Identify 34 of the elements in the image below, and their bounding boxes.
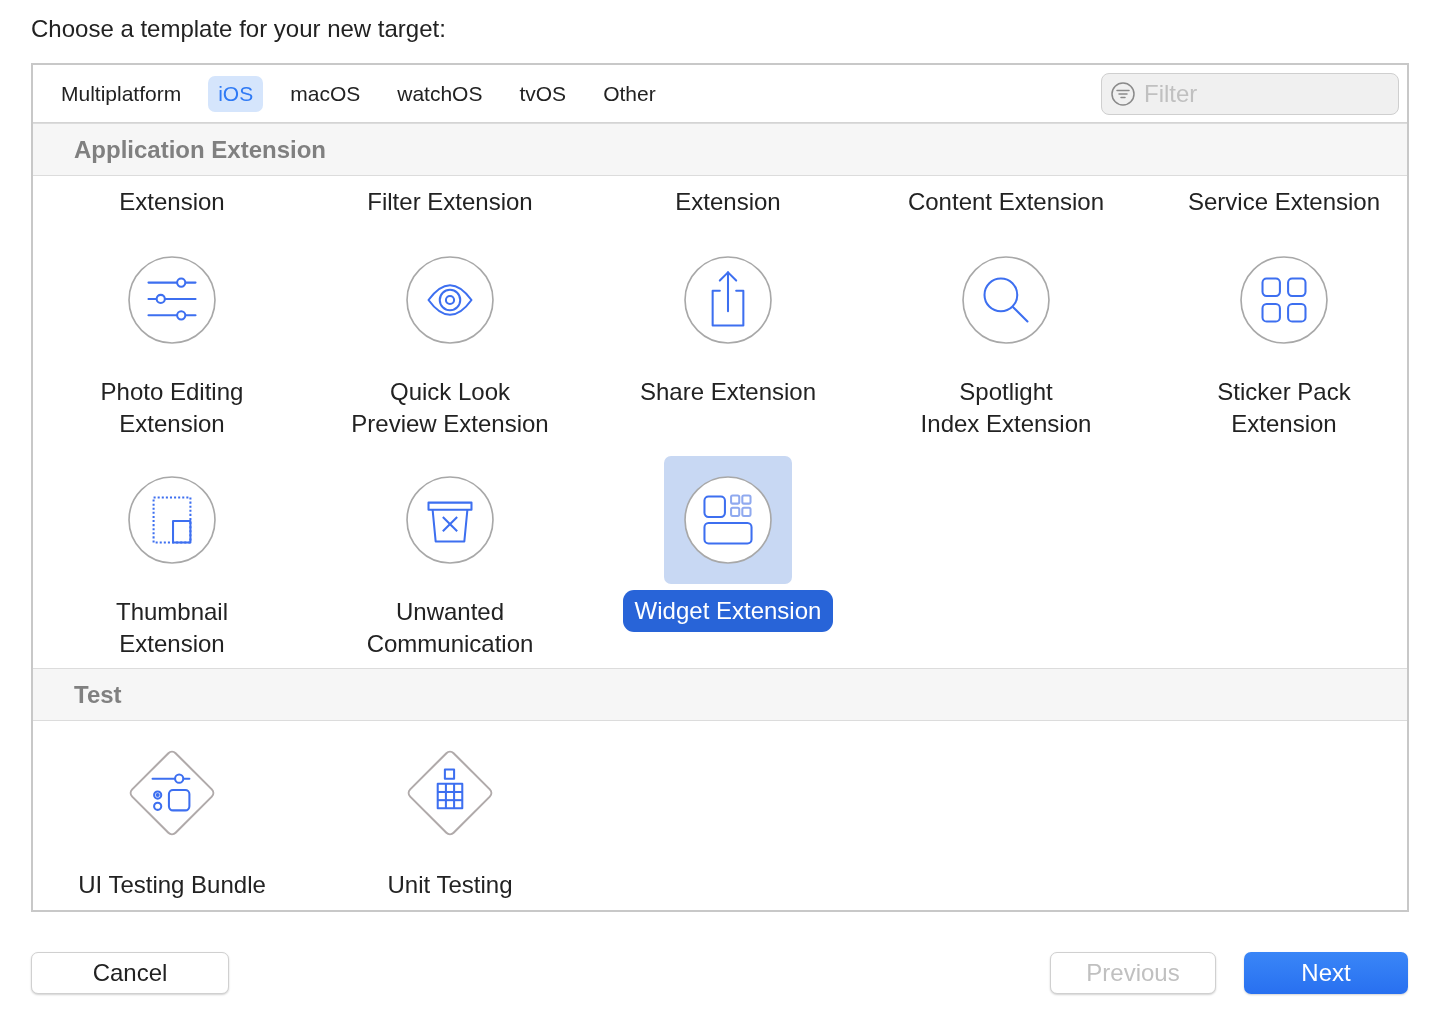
trash-x-icon	[406, 476, 494, 564]
template-label[interactable]: Photo Editing Extension	[88, 376, 256, 440]
template-label[interactable]: Content Extension	[867, 176, 1145, 228]
dialog-button[interactable]: Cancel	[31, 952, 229, 994]
grid-icon	[1240, 256, 1328, 344]
thumbnail-icon	[128, 476, 216, 564]
template-label[interactable]: Spotlight Index Extension	[908, 376, 1104, 440]
filter-icon	[1111, 81, 1135, 106]
template-label[interactable]: UI Testing Bundle	[66, 869, 278, 901]
platform-tab[interactable]: macOS	[280, 75, 371, 112]
widget-layout-icon	[684, 476, 772, 564]
platform-tab[interactable]: Other	[593, 75, 666, 112]
sliders-icon	[128, 256, 216, 344]
platform-tab[interactable]: Multiplatform	[51, 75, 192, 112]
prompt-text: Choose a template for your new target:	[31, 14, 447, 44]
search-icon	[962, 256, 1050, 344]
template-label[interactable]: Extension	[589, 176, 867, 228]
platform-tab[interactable]: watchOS	[387, 75, 493, 112]
template-label[interactable]: Quick Look Preview Extension	[339, 376, 561, 440]
section-title: Application Extension	[74, 135, 327, 164]
section-title: Test	[74, 680, 122, 709]
template-label[interactable]: Unit Testing	[375, 869, 525, 901]
template-label[interactable]: Share Extension	[627, 376, 829, 408]
template-label[interactable]: Unwanted Communication	[354, 596, 546, 660]
share-icon	[684, 256, 772, 344]
template-label[interactable]: Filter Extension	[311, 176, 589, 228]
template-label[interactable]: Extension	[33, 176, 311, 228]
platform-tab[interactable]: tvOS	[509, 75, 577, 112]
template-label[interactable]: Service Extension	[1145, 176, 1407, 228]
eye-icon	[406, 256, 494, 344]
template-label[interactable]: Sticker Pack Extension	[1205, 376, 1363, 440]
template-label[interactable]: Thumbnail Extension	[103, 596, 241, 660]
next-button[interactable]: Next	[1244, 952, 1408, 994]
template-label[interactable]: Widget Extension	[622, 590, 834, 632]
